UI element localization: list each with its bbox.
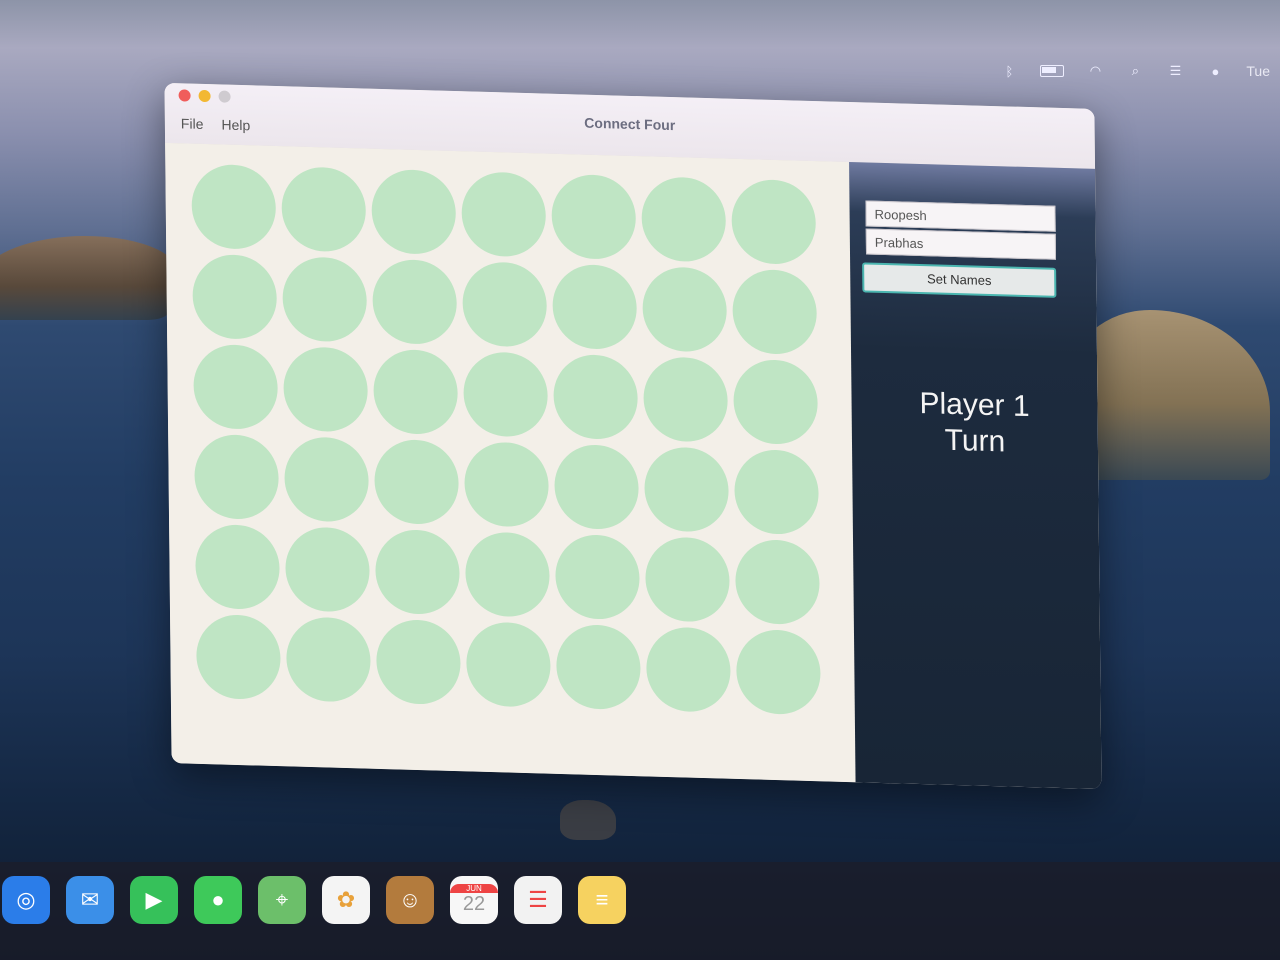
board-cell[interactable] (644, 446, 729, 533)
board-cell[interactable] (283, 346, 369, 433)
board-cell[interactable] (554, 443, 639, 531)
connect-four-window: Connect Four File Help Set Names Player … (164, 82, 1102, 790)
board-cell[interactable] (645, 626, 731, 713)
minimize-window-button[interactable] (198, 89, 211, 103)
control-panel: Set Names Player 1 Turn (849, 162, 1102, 790)
turn-label: Turn (944, 423, 1006, 459)
contacts-icon[interactable]: ☺ (386, 876, 434, 924)
board-cell[interactable] (374, 438, 459, 526)
menu-help[interactable]: Help (221, 116, 250, 133)
app-menu: File Help (181, 115, 251, 133)
facetime-icon[interactable]: ▶ (130, 876, 178, 924)
photos-icon[interactable]: ✿ (322, 876, 370, 924)
wallpaper-island-right (1070, 310, 1270, 480)
board-cell[interactable] (465, 621, 551, 708)
board-cell[interactable] (732, 268, 818, 356)
board-cell[interactable] (552, 263, 638, 351)
calendar-icon[interactable]: JUN 22 (450, 876, 498, 924)
board-cell[interactable] (281, 166, 367, 253)
board-cell[interactable] (733, 358, 819, 446)
menu-file[interactable]: File (181, 115, 204, 132)
player2-name-field[interactable] (865, 228, 1057, 260)
board-cell[interactable] (371, 168, 457, 256)
board-cell[interactable] (284, 436, 369, 523)
mail-icon[interactable]: ✉ (66, 876, 114, 924)
set-names-button[interactable]: Set Names (862, 262, 1057, 298)
board-cell[interactable] (461, 171, 547, 258)
close-window-button[interactable] (178, 89, 191, 102)
wifi-icon[interactable]: ◠ (1086, 63, 1104, 78)
search-icon[interactable]: ⌕ (1126, 63, 1144, 78)
board-cell[interactable] (735, 628, 821, 716)
board-cell[interactable] (376, 618, 461, 706)
board-cell[interactable] (465, 531, 550, 618)
board-cell[interactable] (463, 351, 549, 438)
board-cell[interactable] (193, 343, 279, 431)
player1-name-field[interactable] (865, 200, 1056, 232)
menu-bar-clock[interactable]: Tue (1246, 63, 1270, 79)
zoom-window-button[interactable] (218, 90, 231, 103)
board-cell[interactable] (192, 253, 278, 341)
window-title: Connect Four (584, 114, 676, 134)
turn-indicator: Player 1 Turn (851, 384, 1098, 463)
board-cell[interactable] (372, 258, 458, 346)
safari-icon[interactable]: ◎ (2, 876, 50, 924)
siri-icon[interactable]: ● (1206, 64, 1224, 79)
board-cell[interactable] (286, 616, 371, 703)
menu-bar-status-area: ᛒ ◠ ⌕ ☰ ● Tue (1000, 58, 1280, 84)
board-cell[interactable] (464, 441, 549, 528)
notes-icon[interactable]: ≡ (578, 876, 626, 924)
board-cell[interactable] (191, 163, 277, 251)
board-cell[interactable] (196, 613, 281, 701)
board-cell[interactable] (642, 266, 728, 353)
board-cell[interactable] (285, 526, 370, 613)
messages-icon[interactable]: ● (194, 876, 242, 924)
board-grid (191, 163, 821, 716)
wallpaper-island-left (0, 236, 194, 320)
board-cell[interactable] (462, 261, 548, 348)
reminders-icon[interactable]: ☰ (514, 876, 562, 924)
board-cell[interactable] (735, 538, 820, 626)
board-cell[interactable] (731, 178, 817, 266)
board-cell[interactable] (734, 448, 819, 536)
board-cell[interactable] (641, 176, 727, 263)
game-board (165, 142, 856, 783)
dock: ◎ ✉ ▶ ● ⌖ ✿ ☺ JUN 22 ☰ ≡ (0, 862, 1280, 960)
maps-icon[interactable]: ⌖ (258, 876, 306, 924)
calendar-day: 22 (462, 893, 486, 915)
board-cell[interactable] (373, 348, 459, 436)
board-cell[interactable] (553, 353, 639, 441)
wallpaper-rock (560, 800, 616, 840)
board-cell[interactable] (555, 533, 640, 621)
board-cell[interactable] (551, 173, 637, 261)
board-cell[interactable] (194, 433, 280, 521)
control-center-icon[interactable]: ☰ (1166, 63, 1184, 78)
board-cell[interactable] (643, 356, 729, 443)
calendar-month: JUN (450, 884, 498, 893)
board-cell[interactable] (555, 623, 641, 711)
board-cell[interactable] (375, 528, 460, 616)
board-cell[interactable] (282, 256, 368, 343)
desktop-wallpaper: ᛒ ◠ ⌕ ☰ ● Tue Connect Four File Help Set… (0, 0, 1280, 960)
battery-icon[interactable] (1040, 65, 1065, 77)
board-cell[interactable] (195, 523, 280, 611)
bluetooth-icon[interactable]: ᛒ (1000, 64, 1018, 79)
board-cell[interactable] (645, 536, 730, 623)
